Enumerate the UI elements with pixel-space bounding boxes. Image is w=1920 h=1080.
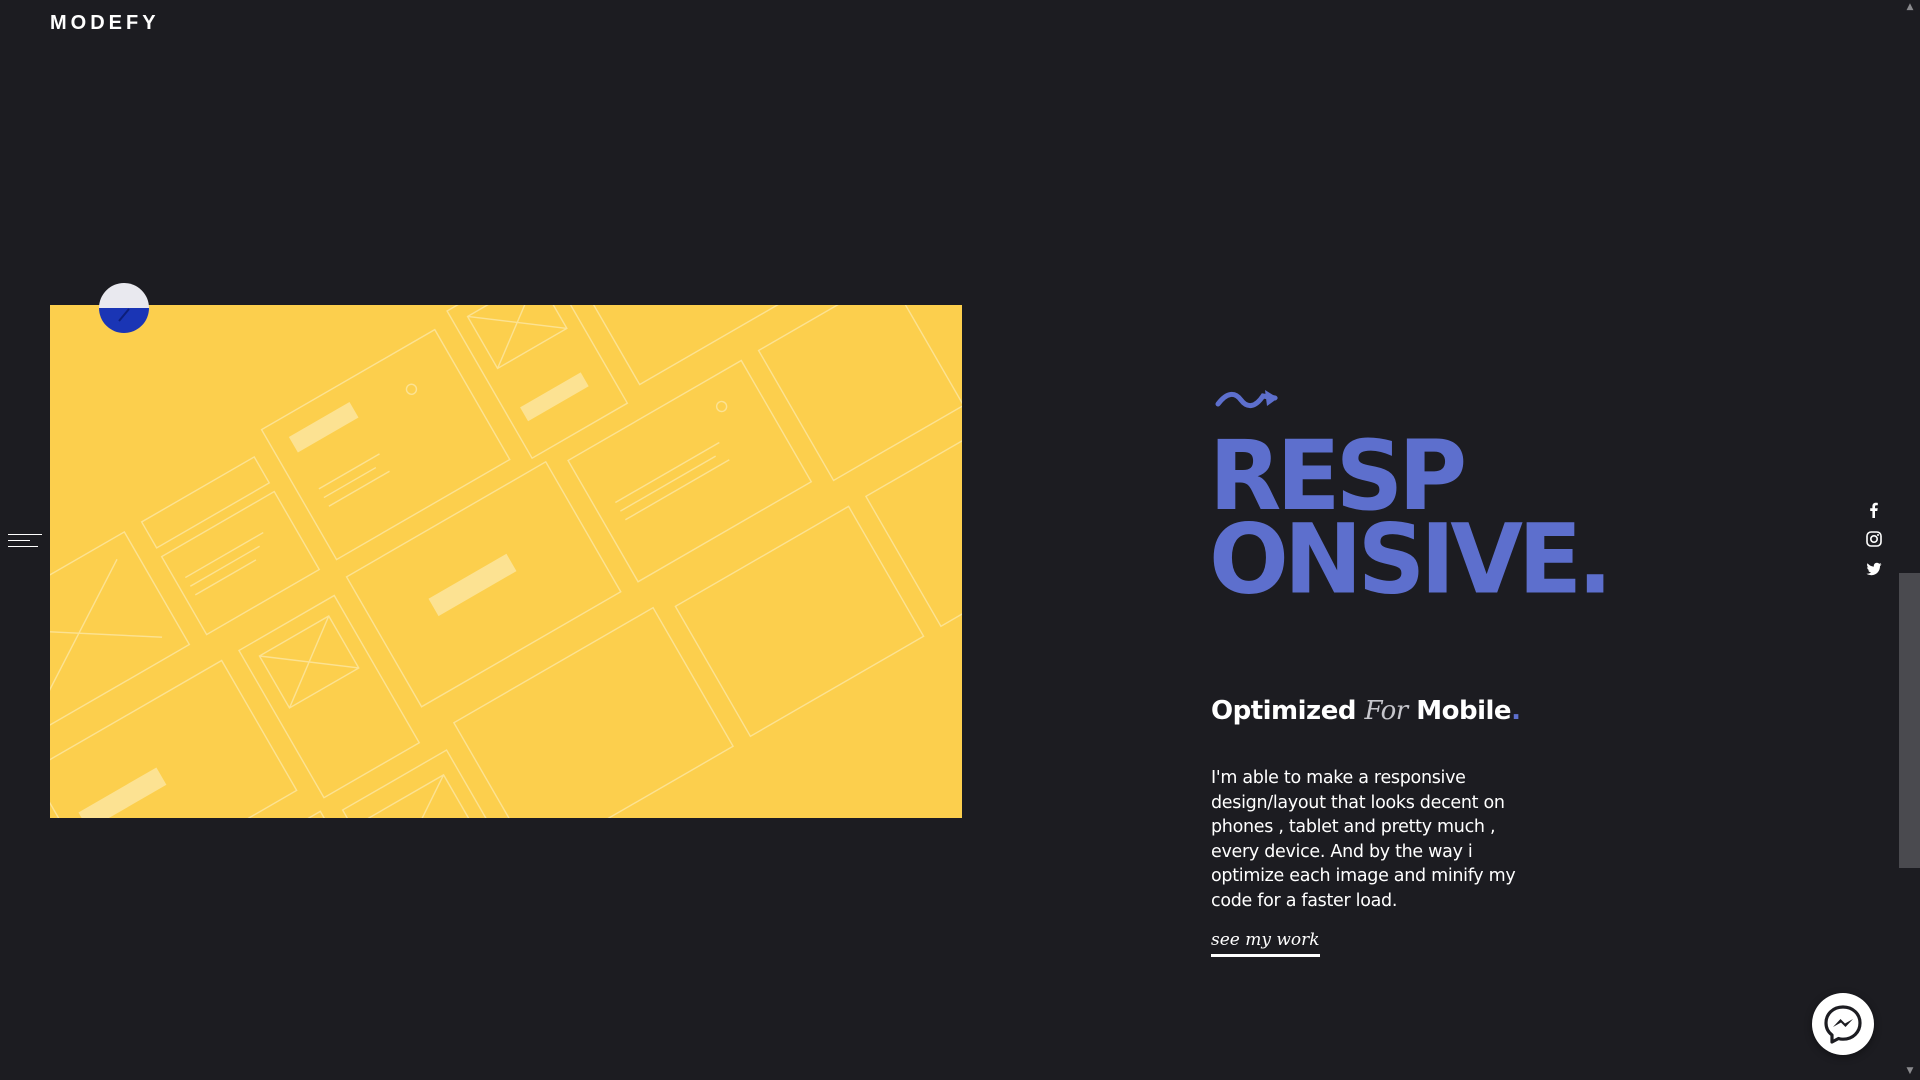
- instagram-icon[interactable]: [1866, 531, 1882, 547]
- page-heading: RESP ONSIVE.: [1209, 429, 1613, 616]
- menu-toggle-icon[interactable]: [8, 530, 42, 552]
- subheading-for: For: [1364, 696, 1409, 726]
- scroll-up-arrow-icon[interactable]: ▲: [1905, 2, 1915, 12]
- facebook-icon[interactable]: [1866, 502, 1882, 518]
- hero-wireframe-image: [50, 305, 962, 818]
- subheading-period: .: [1511, 696, 1521, 726]
- scroll-down-arrow-icon[interactable]: ▼: [1905, 1066, 1915, 1076]
- twitter-icon[interactable]: [1866, 561, 1882, 577]
- subheading-mobile: Mobile: [1416, 696, 1512, 726]
- messenger-icon: [1824, 1005, 1862, 1044]
- messenger-chat-button[interactable]: [1812, 993, 1874, 1055]
- heading-line-2: ONSIVE.: [1209, 504, 1613, 616]
- scrollbar-thumb[interactable]: [1899, 573, 1920, 868]
- squiggle-arrow-icon: [1215, 390, 1278, 408]
- see-my-work-link[interactable]: see my work: [1211, 930, 1320, 957]
- subheading-optimized: Optimized: [1211, 696, 1356, 726]
- description-text: I'm able to make a responsive design/lay…: [1211, 768, 1516, 911]
- slide-indicator[interactable]: [99, 283, 149, 333]
- brand-logo[interactable]: MODEFY: [50, 12, 160, 35]
- subheading: Optimized For Mobile.: [1211, 696, 1521, 726]
- scrollbar-track[interactable]: [1900, 0, 1920, 1080]
